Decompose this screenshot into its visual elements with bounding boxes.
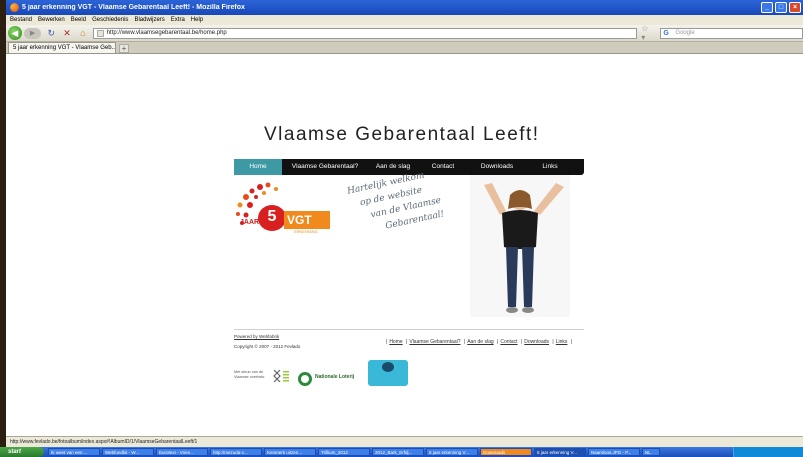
vlaamse-overheid-text: Met steun van de Vlaamse overheid — [234, 370, 265, 379]
footer-link-aan-de-slag[interactable]: Aan de slag — [467, 339, 493, 345]
google-icon: G — [663, 29, 669, 37]
system-tray — [733, 447, 803, 457]
loterij-text: Nationale Loterij — [315, 374, 355, 380]
menu-beeld[interactable]: Beeld — [71, 17, 86, 23]
menu-bewerken[interactable]: Bewerken — [38, 17, 65, 23]
tab-active[interactable]: 5 jaar erkenning VGT - Vlaamse Geb... — [8, 42, 116, 53]
logo-vgt: VGT — [284, 211, 330, 229]
site-favicon — [96, 29, 104, 37]
start-button[interactable]: start — [0, 447, 44, 457]
task-item[interactable]: 5 jaar erkenning V... — [426, 448, 478, 456]
task-item[interactable]: Naamloos.JPG - P... — [588, 448, 640, 456]
url-text: http://www.vlaamsegebarentaal.be/home.ph… — [106, 29, 227, 36]
close-button[interactable]: × — [789, 2, 801, 13]
stop-icon[interactable]: ✕ — [61, 27, 73, 39]
loterij-ring-icon — [298, 372, 312, 386]
nationale-loterij-logo: Nationale Loterij — [298, 372, 358, 386]
task-item[interactable]: Webfundkit - W... — [102, 448, 154, 456]
footer-links: | Home | Vlaamse Gebarentaal? | Aan de slag… — [386, 339, 573, 345]
footer-link-downloads[interactable]: Downloads — [524, 339, 549, 345]
task-item[interactable]: Trillium_2012 — [318, 448, 370, 456]
firefox-icon — [10, 3, 19, 12]
task-item[interactable]: Eurotext - Vrien... — [156, 448, 208, 456]
woman-photo — [470, 175, 570, 317]
task-item[interactable]: http://mezuda-c... — [210, 448, 262, 456]
task-item[interactable]: Kenmerk uitzen... — [264, 448, 316, 456]
reload-icon[interactable]: ↻ — [45, 27, 57, 39]
partner-circle-icon — [382, 362, 394, 372]
navigation-toolbar: ◀ ▶ ↻ ✕ ⌂ http://www.vlaamsegebarentaal.… — [6, 24, 803, 42]
nav-home[interactable]: Home — [234, 159, 282, 175]
task-item[interactable]: Ik weet van een ... — [48, 448, 100, 456]
footer-link-home[interactable]: Home — [389, 339, 402, 345]
home-icon[interactable]: ⌂ — [77, 27, 89, 39]
menu-bladwijzers[interactable]: Bladwijzers — [134, 17, 164, 23]
site-container: Vlaamse Gebarentaal Leeft! Home Vlaamse … — [234, 62, 584, 389]
sponsor-logos: Met steun van de Vlaamse overheid Nation… — [234, 360, 414, 392]
site-footer: Powered by Webfabrik Copyright © 2007 - … — [234, 329, 584, 389]
forward-button[interactable]: ▶ — [23, 27, 42, 39]
bookmark-star-icon[interactable]: ☆ ▾ — [641, 24, 654, 42]
title-bar: 5 jaar erkenning VGT - Vlaamse Gebarenta… — [6, 0, 803, 15]
nav-downloads[interactable]: Downloads — [468, 159, 526, 175]
menu-bar: Bestand Bewerken Beeld Geschiedenis Blad… — [6, 15, 803, 25]
back-button[interactable]: ◀ — [8, 26, 22, 40]
welcome-banner: 5 JAAR VGT ERKENNING Hartelijk welkom op… — [234, 171, 584, 323]
nav-links[interactable]: Links — [526, 159, 574, 175]
task-item-active[interactable]: 5 jaar erkenning V... — [534, 448, 586, 456]
url-bar[interactable]: http://www.vlaamsegebarentaal.be/home.ph… — [92, 27, 638, 39]
new-tab-button[interactable]: + — [119, 44, 129, 53]
taskbar: start Ik weet van een ... Webfundkit - W… — [0, 447, 803, 457]
footer-link-contact[interactable]: Contact — [500, 339, 517, 345]
menu-geschiedenis[interactable]: Geschiedenis — [92, 17, 128, 23]
menu-extra[interactable]: Extra — [171, 17, 185, 23]
maximize-button[interactable]: □ — [775, 2, 787, 13]
tab-bar: 5 jaar erkenning VGT - Vlaamse Geb... + — [6, 42, 803, 54]
partner-logo-blue — [368, 360, 408, 386]
task-item-downloads[interactable]: Downloads — [480, 448, 532, 456]
task-item[interactable]: 2012_Bark_Erfdj... — [372, 448, 424, 456]
window-title: 5 jaar erkenning VGT - Vlaamse Gebarenta… — [22, 4, 245, 11]
logo-jaar: JAAR — [240, 219, 260, 226]
vlaanderen-lion-icon — [273, 369, 289, 383]
desktop-frame: 5 jaar erkenning VGT - Vlaamse Gebarenta… — [0, 0, 803, 457]
status-bar: http://www.fevlado.be/fotoalbum/index.as… — [6, 436, 803, 447]
footer-link-links[interactable]: Links — [556, 339, 568, 345]
search-placeholder: Google — [675, 29, 695, 36]
page-content: Vlaamse Gebarentaal Leeft! Home Vlaamse … — [6, 54, 803, 436]
minimize-button[interactable]: _ — [761, 2, 773, 13]
logo-five: 5 — [258, 205, 286, 231]
site-header: Vlaamse Gebarentaal Leeft! — [234, 62, 584, 159]
footer-link-vlaamse-gebarentaal[interactable]: Vlaamse Gebarentaal? — [409, 339, 460, 345]
menu-help[interactable]: Help — [191, 17, 203, 23]
language-indicator[interactable]: NL — [642, 448, 660, 456]
browser-window: 5 jaar erkenning VGT - Vlaamse Gebarenta… — [6, 0, 803, 447]
nav-vlaamse-gebarentaal[interactable]: Vlaamse Gebarentaal? — [282, 159, 368, 175]
logo-subtitle: ERKENNING — [294, 229, 318, 234]
menu-bestand[interactable]: Bestand — [10, 17, 32, 23]
site-title: Vlaamse Gebarentaal Leeft! — [264, 124, 540, 145]
search-input[interactable]: G Google — [660, 27, 803, 39]
